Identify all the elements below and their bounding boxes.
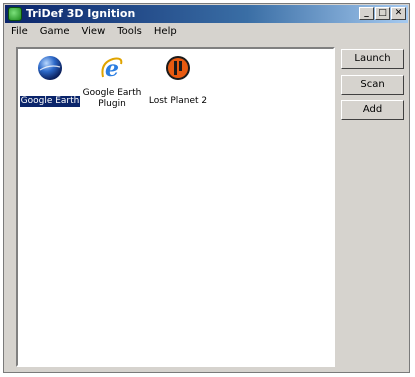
title-bar[interactable]: TriDef 3D Ignition _ □ ✕ <box>5 5 408 23</box>
lost-planet-2-icon <box>166 56 190 80</box>
maximize-button[interactable]: □ <box>375 7 390 20</box>
app-item-google-earth-plugin[interactable]: e Google Earth Plugin <box>80 55 144 110</box>
minimize-button[interactable]: _ <box>359 7 374 20</box>
svg-text:e: e <box>105 56 119 81</box>
scan-button[interactable]: Scan <box>341 75 404 95</box>
app-label: Lost Planet 2 <box>148 96 208 106</box>
menu-bar: File Game View Tools Help <box>10 26 178 37</box>
app-window: TriDef 3D Ignition _ □ ✕ File Game View … <box>3 3 410 373</box>
window-title: TriDef 3D Ignition <box>26 7 136 20</box>
app-item-lost-planet-2[interactable]: Lost Planet 2 <box>146 55 210 107</box>
app-label: Google Earth <box>19 96 81 107</box>
window-controls: _ □ ✕ <box>359 7 406 20</box>
menu-game[interactable]: Game <box>39 26 71 37</box>
launch-button[interactable]: Launch <box>341 49 404 69</box>
game-list[interactable]: Google Earth e Google Earth Plugin Lost … <box>16 47 335 367</box>
menu-help[interactable]: Help <box>153 26 178 37</box>
close-button[interactable]: ✕ <box>391 7 406 20</box>
internet-explorer-icon: e <box>101 56 123 82</box>
menu-view[interactable]: View <box>81 26 107 37</box>
tridef-app-icon <box>8 7 22 21</box>
add-button[interactable]: Add <box>341 100 404 120</box>
app-label: Google Earth Plugin <box>82 88 142 109</box>
menu-file[interactable]: File <box>10 26 29 37</box>
menu-tools[interactable]: Tools <box>116 26 143 37</box>
app-item-google-earth[interactable]: Google Earth <box>18 55 82 107</box>
google-earth-icon <box>38 56 62 80</box>
